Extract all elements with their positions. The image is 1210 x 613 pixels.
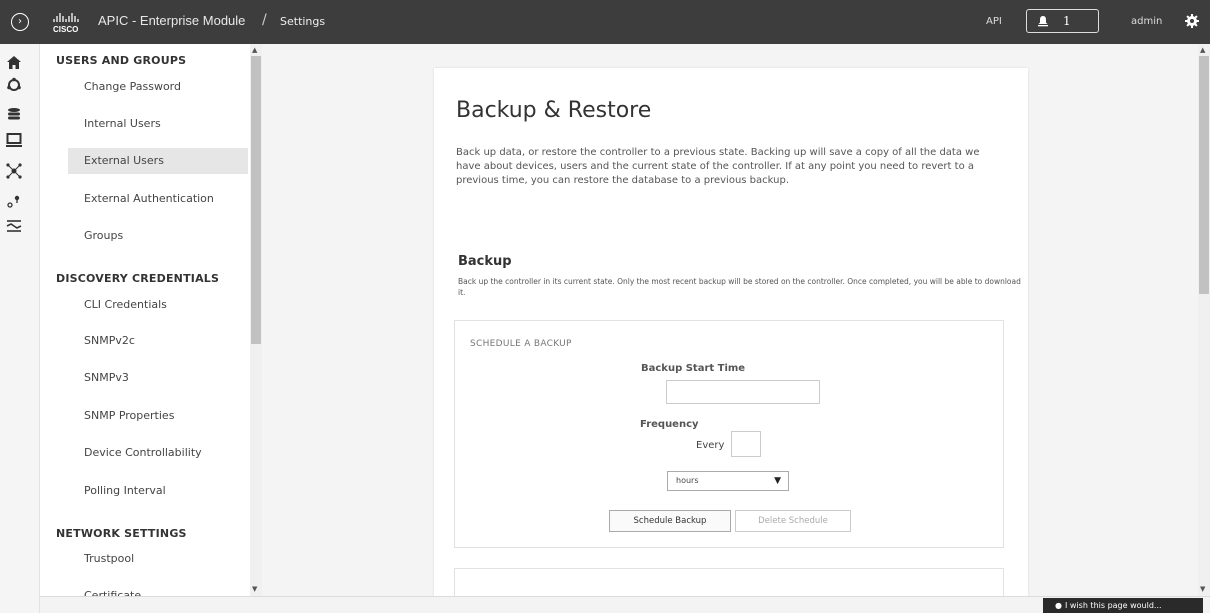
policy-icon[interactable] (5, 217, 23, 235)
location-icon[interactable] (5, 192, 23, 210)
footer-bar (40, 596, 1210, 613)
nav-item-snmpv2c[interactable]: SNMPv2c (68, 328, 248, 354)
expand-menu-button[interactable]: › (0, 0, 40, 44)
breadcrumb-settings[interactable]: Settings (280, 15, 325, 28)
caret-down-icon: ▼ (774, 476, 781, 486)
monitor-icon[interactable] (5, 131, 23, 149)
gear-icon[interactable] (1183, 12, 1201, 30)
feedback-button[interactable]: ● I wish this page would... (1043, 598, 1203, 613)
nav-section-users-and-groups: USERS AND GROUPS (56, 54, 187, 67)
every-label: Every (696, 440, 725, 451)
nav-item-cli-credentials[interactable]: CLI Credentials (68, 292, 248, 318)
backup-start-time-label: Backup Start Time (641, 363, 746, 374)
backup-restore-card: Backup & Restore Back up data, or restor… (434, 68, 1028, 596)
notifications-button[interactable]: 1 (1026, 9, 1099, 33)
nav-item-internal-users[interactable]: Internal Users (68, 111, 248, 137)
brand-label: CISCO (53, 25, 78, 34)
nav-item-trustpool[interactable]: Trustpool (68, 546, 248, 572)
nav-item-polling-interval[interactable]: Polling Interval (68, 478, 248, 504)
nav-item-external-authentication[interactable]: External Authentication (68, 186, 248, 212)
bell-icon (1038, 16, 1048, 27)
scroll-up-arrow-icon[interactable]: ▲ (252, 46, 257, 54)
cisco-logo: CISCO (53, 13, 79, 34)
nav-scrollbar[interactable]: ▲ ▼ (250, 44, 262, 596)
scroll-down-arrow-icon[interactable]: ▼ (252, 585, 257, 593)
nav-item-snmpv3[interactable]: SNMPv3 (68, 365, 248, 391)
backup-section-description: Back up the controller in its current st… (458, 277, 1021, 297)
discovery-icon[interactable] (5, 76, 23, 94)
backup-start-time-input[interactable] (666, 380, 820, 404)
chevron-right-icon: › (11, 13, 29, 31)
speech-bubble-icon: ● (1055, 601, 1062, 610)
page-title: Backup & Restore (456, 98, 652, 123)
database-icon[interactable] (5, 106, 23, 124)
main-content: Backup & Restore Back up data, or restor… (262, 44, 1198, 596)
nav-item-external-users[interactable]: External Users (68, 148, 248, 174)
app-title[interactable]: APIC - Enterprise Module (98, 13, 245, 28)
settings-nav: USERS AND GROUPS Change Password Interna… (40, 44, 250, 596)
nav-item-change-password[interactable]: Change Password (68, 74, 248, 100)
top-header-bar: › CISCO APIC - Enterprise Module / Setti… (0, 0, 1210, 44)
main-scrollbar-thumb[interactable] (1199, 56, 1209, 294)
main-scroll-down-arrow-icon[interactable]: ▼ (1200, 585, 1205, 593)
delete-schedule-button[interactable]: Delete Schedule (735, 510, 851, 532)
main-scrollbar[interactable]: ▲ ▼ (1198, 44, 1210, 596)
schedule-panel-title: SCHEDULE A BACKUP (470, 339, 572, 349)
frequency-unit-value: hours (676, 476, 699, 485)
schedule-backup-button[interactable]: Schedule Backup (609, 510, 731, 532)
notification-count: 1 (1063, 14, 1071, 28)
topology-icon[interactable] (5, 162, 23, 180)
nav-item-groups[interactable]: Groups (68, 223, 248, 249)
api-link[interactable]: API (986, 16, 1002, 27)
every-input[interactable] (731, 431, 761, 457)
nav-item-device-controllability[interactable]: Device Controllability (68, 440, 248, 466)
nav-item-snmp-properties[interactable]: SNMP Properties (68, 403, 248, 429)
frequency-label: Frequency (640, 419, 699, 430)
icon-rail (0, 44, 40, 613)
frequency-unit-select[interactable]: hours ▼ (667, 471, 789, 491)
nav-section-network-settings: NETWORK SETTINGS (56, 527, 187, 540)
home-icon[interactable] (5, 54, 23, 72)
backup-section-title: Backup (458, 254, 512, 269)
page-description: Back up data, or restore the controller … (456, 147, 980, 186)
nav-section-discovery-credentials: DISCOVERY CREDENTIALS (56, 272, 220, 285)
nav-item-certificate[interactable]: Certificate (68, 583, 248, 596)
breadcrumb-separator: / (262, 12, 267, 28)
nav-scrollbar-thumb[interactable] (251, 56, 261, 344)
user-menu[interactable]: admin (1131, 16, 1162, 27)
feedback-label: I wish this page would... (1064, 601, 1162, 610)
schedule-backup-panel: SCHEDULE A BACKUP Backup Start Time Freq… (454, 320, 1004, 548)
restore-panel (454, 568, 1004, 596)
main-scroll-up-arrow-icon[interactable]: ▲ (1200, 46, 1205, 54)
